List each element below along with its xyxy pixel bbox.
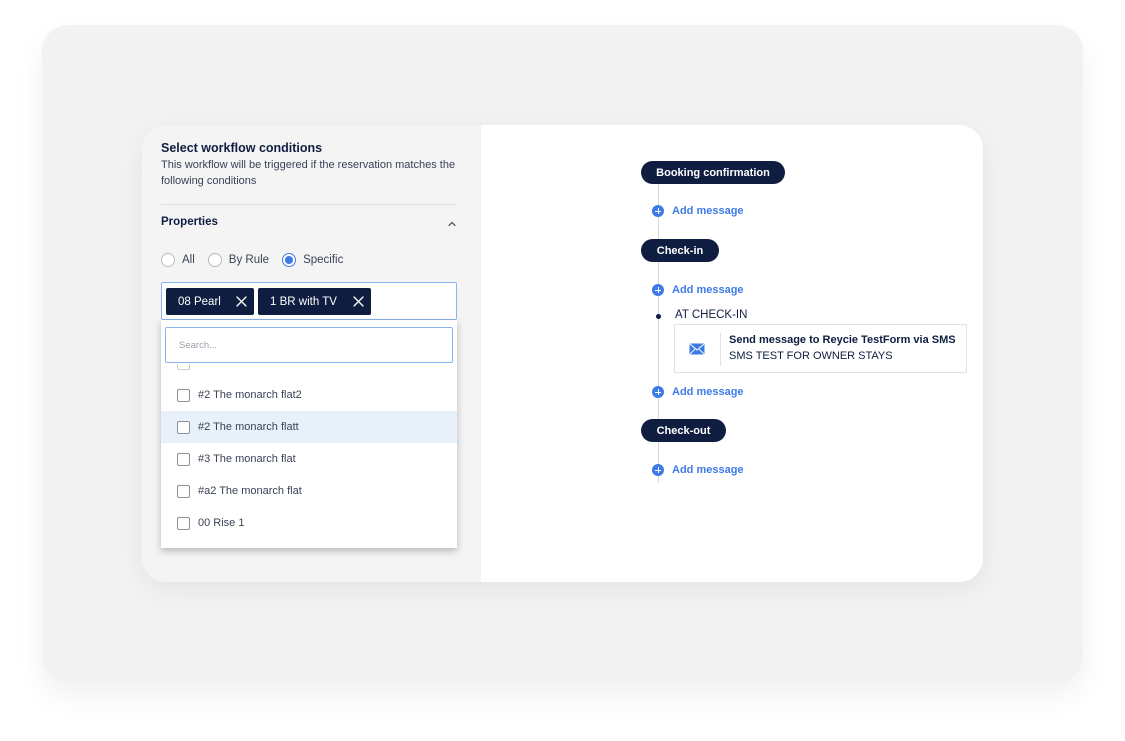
add-circle-icon xyxy=(652,386,664,398)
stage-booking-confirmation[interactable]: Booking confirmation xyxy=(641,161,785,184)
message-subtitle: SMS TEST FOR OWNER STAYS xyxy=(729,350,893,362)
add-circle-icon xyxy=(652,464,664,476)
message-card[interactable]: Send message to Reycie TestForm via SMS … xyxy=(674,324,967,373)
selected-tag: 1 BR with TV xyxy=(258,288,371,315)
selected-tag: 08 Pearl xyxy=(166,288,254,315)
workflow-timeline-panel: Booking confirmation Add message Check-i… xyxy=(481,125,983,582)
conditions-subtitle: This workflow will be triggered if the r… xyxy=(161,159,456,187)
chevron-up-icon[interactable] xyxy=(445,217,459,231)
property-search[interactable] xyxy=(165,327,453,363)
radio-specific-circle[interactable] xyxy=(282,253,297,267)
radio-all-circle[interactable] xyxy=(161,253,175,267)
partially-scrolled-checkbox xyxy=(177,364,190,370)
radio-specific-label: Specific xyxy=(303,254,344,266)
divider xyxy=(161,204,457,205)
add-message-button[interactable]: Add message xyxy=(652,463,744,477)
remove-tag-icon[interactable] xyxy=(235,295,248,308)
list-item-label: #2 The monarch flatt xyxy=(198,421,299,433)
list-item-checkbox[interactable] xyxy=(177,388,190,402)
properties-label: Properties xyxy=(161,216,218,228)
remove-tag-icon[interactable] xyxy=(352,295,365,308)
list-item-label: 00 Rise 1 xyxy=(198,517,245,529)
property-multiselect[interactable]: 08 Pearl 1 BR with TV xyxy=(161,282,457,320)
list-item[interactable]: #2 The monarch flat2 xyxy=(161,379,457,411)
list-item[interactable]: #2 The monarch flatt xyxy=(161,411,457,443)
add-circle-icon xyxy=(652,205,664,217)
selected-tag-label: 08 Pearl xyxy=(178,295,221,308)
list-item[interactable]: #a2 The monarch flat xyxy=(161,475,457,507)
trigger-label: AT CHECK-IN xyxy=(675,309,748,321)
list-item-label: #a2 The monarch flat xyxy=(198,485,302,497)
conditions-panel: Select workflow conditions This workflow… xyxy=(142,125,481,582)
radio-all[interactable]: All xyxy=(161,253,195,267)
list-item[interactable]: #3 The monarch flat xyxy=(161,443,457,475)
add-message-label: Add message xyxy=(672,464,744,476)
list-item[interactable]: 00 Rise 1 xyxy=(161,507,457,539)
timeline-dot xyxy=(656,314,661,319)
stage-check-in[interactable]: Check-in xyxy=(641,239,719,262)
card-separator xyxy=(720,333,721,366)
list-item-checkbox[interactable] xyxy=(177,484,190,498)
add-circle-icon xyxy=(652,284,664,296)
radio-all-label: All xyxy=(182,254,195,266)
list-item-label: #3 The monarch flat xyxy=(198,453,296,465)
list-item-checkbox[interactable] xyxy=(177,420,190,434)
list-item-checkbox[interactable] xyxy=(177,452,190,466)
stage-check-out[interactable]: Check-out xyxy=(641,419,726,442)
add-message-button[interactable]: Add message xyxy=(652,283,744,297)
list-item-label: #2 The monarch flat2 xyxy=(198,389,302,401)
property-dropdown: #2 The monarch flat2 #2 The monarch flatt… xyxy=(161,320,457,548)
radio-by-rule-label: By Rule xyxy=(228,254,270,266)
radio-by-rule[interactable]: By Rule xyxy=(207,253,270,267)
add-message-button[interactable]: Add message xyxy=(652,204,744,218)
envelope-icon xyxy=(689,343,705,355)
message-title: Send message to Reycie TestForm via SMS xyxy=(729,334,956,346)
add-message-label: Add message xyxy=(672,205,744,217)
conditions-title: Select workflow conditions xyxy=(161,141,323,155)
selected-tag-label: 1 BR with TV xyxy=(270,295,337,308)
radio-by-rule-circle[interactable] xyxy=(207,253,222,267)
workflow-card: Select workflow conditions This workflow… xyxy=(142,125,983,582)
radio-specific[interactable]: Specific xyxy=(282,253,343,267)
add-message-button[interactable]: Add message xyxy=(652,385,744,399)
property-scope-radio-group: All By Rule Specific xyxy=(161,252,356,268)
list-item-checkbox[interactable] xyxy=(177,516,190,530)
add-message-label: Add message xyxy=(672,386,744,398)
add-message-label: Add message xyxy=(672,284,744,296)
property-search-input[interactable] xyxy=(166,328,452,362)
